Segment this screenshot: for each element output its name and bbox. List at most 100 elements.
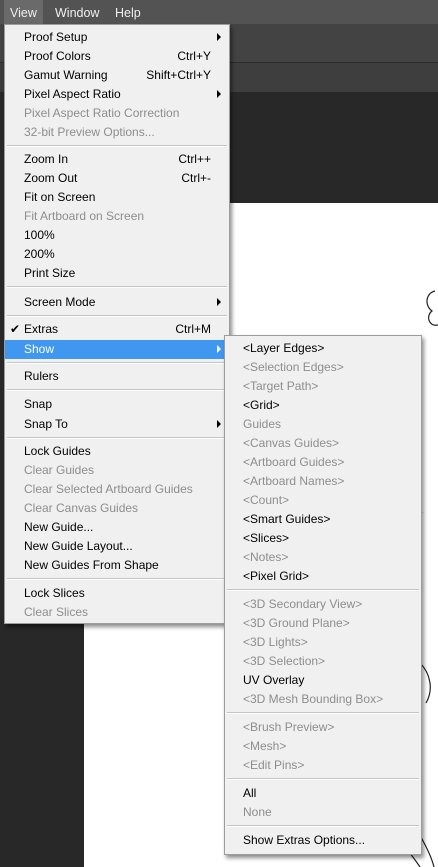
menu-item-label: <Grid> [243, 398, 280, 412]
submenu-item-artboard-names[interactable]: <Artboard Names> [225, 472, 421, 491]
submenu-item-3d-lights[interactable]: <3D Lights> [225, 633, 421, 652]
menu-item-gamut-warning[interactable]: Gamut Warning Shift+Ctrl+Y [5, 66, 229, 85]
menu-item-rulers[interactable]: Rulers [5, 367, 229, 386]
submenu-item-canvas-guides[interactable]: <Canvas Guides> [225, 434, 421, 453]
menu-item-label: <3D Secondary View> [243, 597, 363, 611]
menu-view[interactable]: View [4, 0, 43, 24]
submenu-item-target-path[interactable]: <Target Path> [225, 377, 421, 396]
menu-item-label: New Guide... [24, 520, 94, 534]
submenu-item-none[interactable]: None [225, 803, 421, 822]
submenu-arrow-icon [217, 420, 221, 428]
menu-separator [7, 145, 227, 147]
menu-item-pixel-aspect-ratio-correction[interactable]: Pixel Aspect Ratio Correction [5, 104, 229, 123]
menu-item-label: <Count> [243, 493, 290, 507]
menu-item-fit-artboard-on-screen[interactable]: Fit Artboard on Screen [5, 207, 229, 226]
menu-item-label: UV Overlay [243, 673, 305, 687]
submenu-item-count[interactable]: <Count> [225, 491, 421, 510]
menu-item-label: Show [24, 342, 55, 356]
menu-item-label: New Guides From Shape [24, 558, 159, 572]
menu-item-proof-colors[interactable]: Proof Colors Ctrl+Y [5, 47, 229, 66]
submenu-item-artboard-guides[interactable]: <Artboard Guides> [225, 453, 421, 472]
submenu-item-notes[interactable]: <Notes> [225, 548, 421, 567]
submenu-item-uv-overlay[interactable]: UV Overlay [225, 671, 421, 690]
menu-window[interactable]: Window [49, 0, 105, 24]
menu-separator [227, 825, 419, 827]
menu-item-label: 32-bit Preview Options... [24, 125, 155, 139]
menu-item-fit-on-screen[interactable]: Fit on Screen [5, 188, 229, 207]
menu-item-shortcut: Ctrl++ [178, 152, 211, 166]
menu-item-zoom-out[interactable]: Zoom Out Ctrl+- [5, 169, 229, 188]
menu-item-label: Clear Canvas Guides [24, 501, 139, 515]
menu-item-zoom-in[interactable]: Zoom In Ctrl++ [5, 150, 229, 169]
menu-bar: View Window Help [0, 0, 438, 24]
menu-item-shortcut: Ctrl+- [181, 171, 211, 185]
submenu-item-brush-preview[interactable]: <Brush Preview> [225, 718, 421, 737]
submenu-item-pixel-grid[interactable]: <Pixel Grid> [225, 567, 421, 586]
submenu-item-3d-ground-plane[interactable]: <3D Ground Plane> [225, 614, 421, 633]
menu-item-label: Clear Selected Artboard Guides [24, 482, 193, 496]
menu-separator [7, 362, 227, 364]
menu-item-zoom-200[interactable]: 200% [5, 245, 229, 264]
menu-item-show[interactable]: Show [5, 340, 229, 359]
menu-item-32bit-preview-options[interactable]: 32-bit Preview Options... [5, 123, 229, 142]
submenu-item-edit-pins[interactable]: <Edit Pins> [225, 756, 421, 775]
menu-item-clear-canvas-guides[interactable]: Clear Canvas Guides [5, 499, 229, 518]
menu-item-label: <Canvas Guides> [243, 436, 340, 450]
submenu-item-3d-secondary-view[interactable]: <3D Secondary View> [225, 595, 421, 614]
menu-item-screen-mode[interactable]: Screen Mode [5, 293, 229, 312]
submenu-item-3d-selection[interactable]: <3D Selection> [225, 652, 421, 671]
menu-item-label: <Brush Preview> [243, 720, 335, 734]
menu-item-lock-guides[interactable]: Lock Guides [5, 442, 229, 461]
menu-item-clear-selected-artboard-guides[interactable]: Clear Selected Artboard Guides [5, 480, 229, 499]
submenu-item-mesh[interactable]: <Mesh> [225, 737, 421, 756]
menu-separator [7, 286, 227, 288]
show-submenu: <Layer Edges> <Selection Edges> <Target … [224, 335, 422, 855]
menu-item-label: Gamut Warning [24, 68, 108, 82]
menu-item-zoom-100[interactable]: 100% [5, 226, 229, 245]
menu-item-label: <Edit Pins> [243, 758, 305, 772]
menu-item-new-guide-layout[interactable]: New Guide Layout... [5, 537, 229, 556]
submenu-arrow-icon [217, 90, 221, 98]
menu-item-label: <Selection Edges> [243, 360, 344, 374]
menu-item-label: Zoom Out [24, 171, 78, 185]
menu-item-label: <Target Path> [243, 379, 319, 393]
submenu-item-slices[interactable]: <Slices> [225, 529, 421, 548]
submenu-item-grid[interactable]: <Grid> [225, 396, 421, 415]
menu-item-label: Snap [24, 397, 53, 411]
menu-item-label: Proof Setup [24, 30, 88, 44]
menu-item-label: <Mesh> [243, 739, 287, 753]
menu-item-label: Print Size [24, 266, 76, 280]
menu-item-snap-to[interactable]: Snap To [5, 415, 229, 434]
menu-item-shortcut: Shift+Ctrl+Y [146, 68, 211, 82]
submenu-arrow-icon [217, 33, 221, 41]
menu-item-label: Proof Colors [24, 49, 91, 63]
menu-item-clear-slices[interactable]: Clear Slices [5, 603, 229, 622]
menu-item-new-guides-from-shape[interactable]: New Guides From Shape [5, 556, 229, 575]
submenu-item-layer-edges[interactable]: <Layer Edges> [225, 339, 421, 358]
menu-item-label: <3D Lights> [243, 635, 308, 649]
submenu-item-smart-guides[interactable]: <Smart Guides> [225, 510, 421, 529]
menu-item-label: Clear Guides [24, 463, 95, 477]
menu-item-proof-setup[interactable]: Proof Setup [5, 28, 229, 47]
menu-item-pixel-aspect-ratio[interactable]: Pixel Aspect Ratio [5, 85, 229, 104]
menu-item-extras[interactable]: ✔ Extras Ctrl+M [5, 320, 229, 339]
menu-item-lock-slices[interactable]: Lock Slices [5, 584, 229, 603]
submenu-item-all[interactable]: All [225, 784, 421, 803]
submenu-item-show-extras-options[interactable]: Show Extras Options... [225, 831, 421, 850]
menu-item-new-guide[interactable]: New Guide... [5, 518, 229, 537]
view-menu: Proof Setup Proof Colors Ctrl+Y Gamut Wa… [4, 24, 230, 624]
menu-item-label: 100% [24, 228, 55, 242]
submenu-item-guides[interactable]: Guides [225, 415, 421, 434]
menu-item-snap[interactable]: Snap [5, 395, 229, 414]
submenu-item-3d-mesh-bounding-box[interactable]: <3D Mesh Bounding Box> [225, 690, 421, 709]
submenu-item-selection-edges[interactable]: <Selection Edges> [225, 358, 421, 377]
submenu-arrow-icon [217, 345, 221, 353]
menu-item-clear-guides[interactable]: Clear Guides [5, 461, 229, 480]
menu-separator [227, 589, 419, 591]
menu-help[interactable]: Help [109, 0, 147, 24]
menu-item-print-size[interactable]: Print Size [5, 264, 229, 283]
menu-item-label: Rulers [24, 369, 59, 383]
menu-item-label: Snap To [24, 417, 68, 431]
menu-item-label: <3D Mesh Bounding Box> [243, 692, 384, 706]
menu-item-label: <3D Selection> [243, 654, 326, 668]
